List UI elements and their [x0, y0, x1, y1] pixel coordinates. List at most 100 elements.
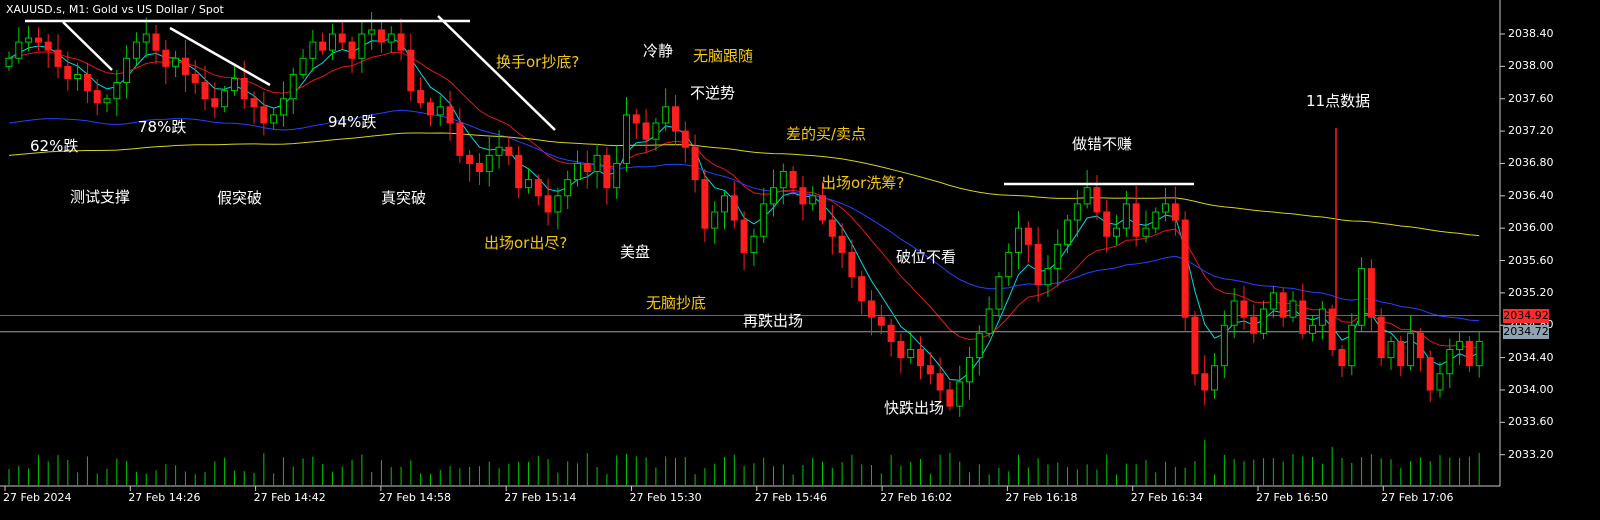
- candle-body: [524, 179, 532, 189]
- candle-body: [1201, 373, 1209, 391]
- candle-body: [1289, 300, 1297, 318]
- candle-body: [181, 57, 189, 75]
- candle-body: [1328, 308, 1336, 351]
- candle-body: [662, 106, 670, 124]
- candle-body: [1191, 316, 1199, 375]
- candle-body: [54, 49, 62, 67]
- candle-body: [1436, 373, 1444, 391]
- annotation-label: 测试支撑: [70, 188, 131, 206]
- candle-body: [1034, 243, 1042, 286]
- candle-body: [720, 195, 728, 213]
- candle-body: [201, 82, 209, 100]
- candle-body: [221, 90, 229, 108]
- y-tick-label: 2036.00: [1508, 221, 1554, 235]
- annotation-label: 无脑抄底: [646, 294, 707, 312]
- candle-body: [966, 357, 974, 383]
- candle-body: [1377, 316, 1385, 359]
- candle-body: [671, 106, 679, 132]
- candle-body: [544, 195, 552, 213]
- candle-body: [1358, 268, 1366, 326]
- candle-body: [407, 49, 415, 92]
- candle-body: [250, 98, 258, 108]
- x-tick-label: 27 Feb 14:58: [378, 491, 452, 504]
- candle-body: [622, 114, 630, 164]
- candle-body: [456, 122, 464, 156]
- candle-body: [1260, 308, 1268, 334]
- candle-body: [985, 308, 993, 334]
- candle-body: [750, 235, 758, 253]
- candle-body: [279, 98, 287, 116]
- y-tick-label: 2036.40: [1508, 188, 1554, 202]
- candle-body: [1122, 203, 1130, 229]
- candle-body: [1407, 332, 1415, 367]
- candle-body: [64, 65, 72, 79]
- candle-body: [446, 106, 454, 124]
- candle-body: [1093, 187, 1101, 213]
- candle-body: [485, 154, 493, 173]
- candle-body: [711, 211, 719, 229]
- candle-body: [319, 41, 327, 51]
- candle-body: [289, 73, 297, 100]
- candle-body: [358, 33, 366, 59]
- y-tick-label: 2034.00: [1508, 382, 1554, 396]
- candle-body: [142, 33, 150, 43]
- x-tick-label: 27 Feb 15:46: [754, 491, 827, 504]
- candle-body: [995, 276, 1003, 310]
- candle-body: [946, 389, 954, 407]
- candle-body: [1064, 219, 1072, 245]
- candle-body: [348, 41, 356, 59]
- candle-body: [328, 33, 336, 51]
- candle-body: [1024, 227, 1032, 245]
- candle-body: [1387, 340, 1395, 359]
- candle-body: [1181, 219, 1189, 318]
- candle-body: [1338, 349, 1346, 367]
- candle-body: [211, 98, 219, 108]
- candle-body: [887, 324, 895, 342]
- candle-body: [515, 154, 523, 189]
- candle-body: [819, 195, 827, 221]
- candle-body: [74, 73, 82, 79]
- candle-body: [191, 73, 199, 84]
- y-tick-label: 2035.60: [1508, 253, 1554, 267]
- candle-body: [387, 33, 395, 43]
- x-tick-label: 27 Feb 16:34: [1130, 491, 1203, 504]
- candle-body: [338, 33, 346, 43]
- candle-body: [1299, 300, 1307, 334]
- candle-body: [162, 49, 170, 67]
- x-tick-label: 27 Feb 17:06: [1381, 491, 1454, 504]
- candle-body: [1230, 300, 1238, 326]
- candle-body: [701, 179, 709, 229]
- y-tick-label: 2037.60: [1508, 91, 1554, 105]
- candle-body: [113, 82, 121, 100]
- candle-body: [417, 90, 425, 104]
- price-line-badge: 2034.92: [1503, 308, 1549, 323]
- candle-body: [799, 187, 807, 205]
- candle-body: [83, 73, 91, 92]
- candle-body: [426, 102, 434, 116]
- candle-body: [534, 179, 542, 197]
- candle-body: [172, 57, 180, 67]
- annotation-label: 换手or抄底?: [496, 53, 580, 71]
- candle-body: [270, 114, 278, 124]
- candle-body: [1162, 203, 1170, 213]
- candle-body: [1397, 340, 1405, 367]
- candle-body: [93, 90, 101, 104]
- candle-body: [495, 146, 503, 156]
- candle-body: [956, 381, 964, 407]
- x-tick-label: 27 Feb 15:30: [629, 491, 702, 504]
- candle-body: [632, 114, 640, 124]
- candle-body: [1426, 357, 1434, 391]
- candle-body: [603, 154, 611, 189]
- candle-body: [1044, 268, 1052, 286]
- y-tick-label: 2035.20: [1508, 285, 1554, 299]
- candle-body: [1220, 324, 1228, 367]
- candle-body: [858, 276, 866, 302]
- candle-body: [1250, 316, 1258, 334]
- candle-body: [1456, 340, 1464, 351]
- candle-body: [917, 349, 925, 367]
- candle-body: [1132, 203, 1140, 237]
- candle-body: [1367, 268, 1375, 318]
- candle-body: [505, 146, 513, 156]
- annotation-label: 78%跌: [138, 118, 187, 136]
- candle-body: [368, 29, 376, 35]
